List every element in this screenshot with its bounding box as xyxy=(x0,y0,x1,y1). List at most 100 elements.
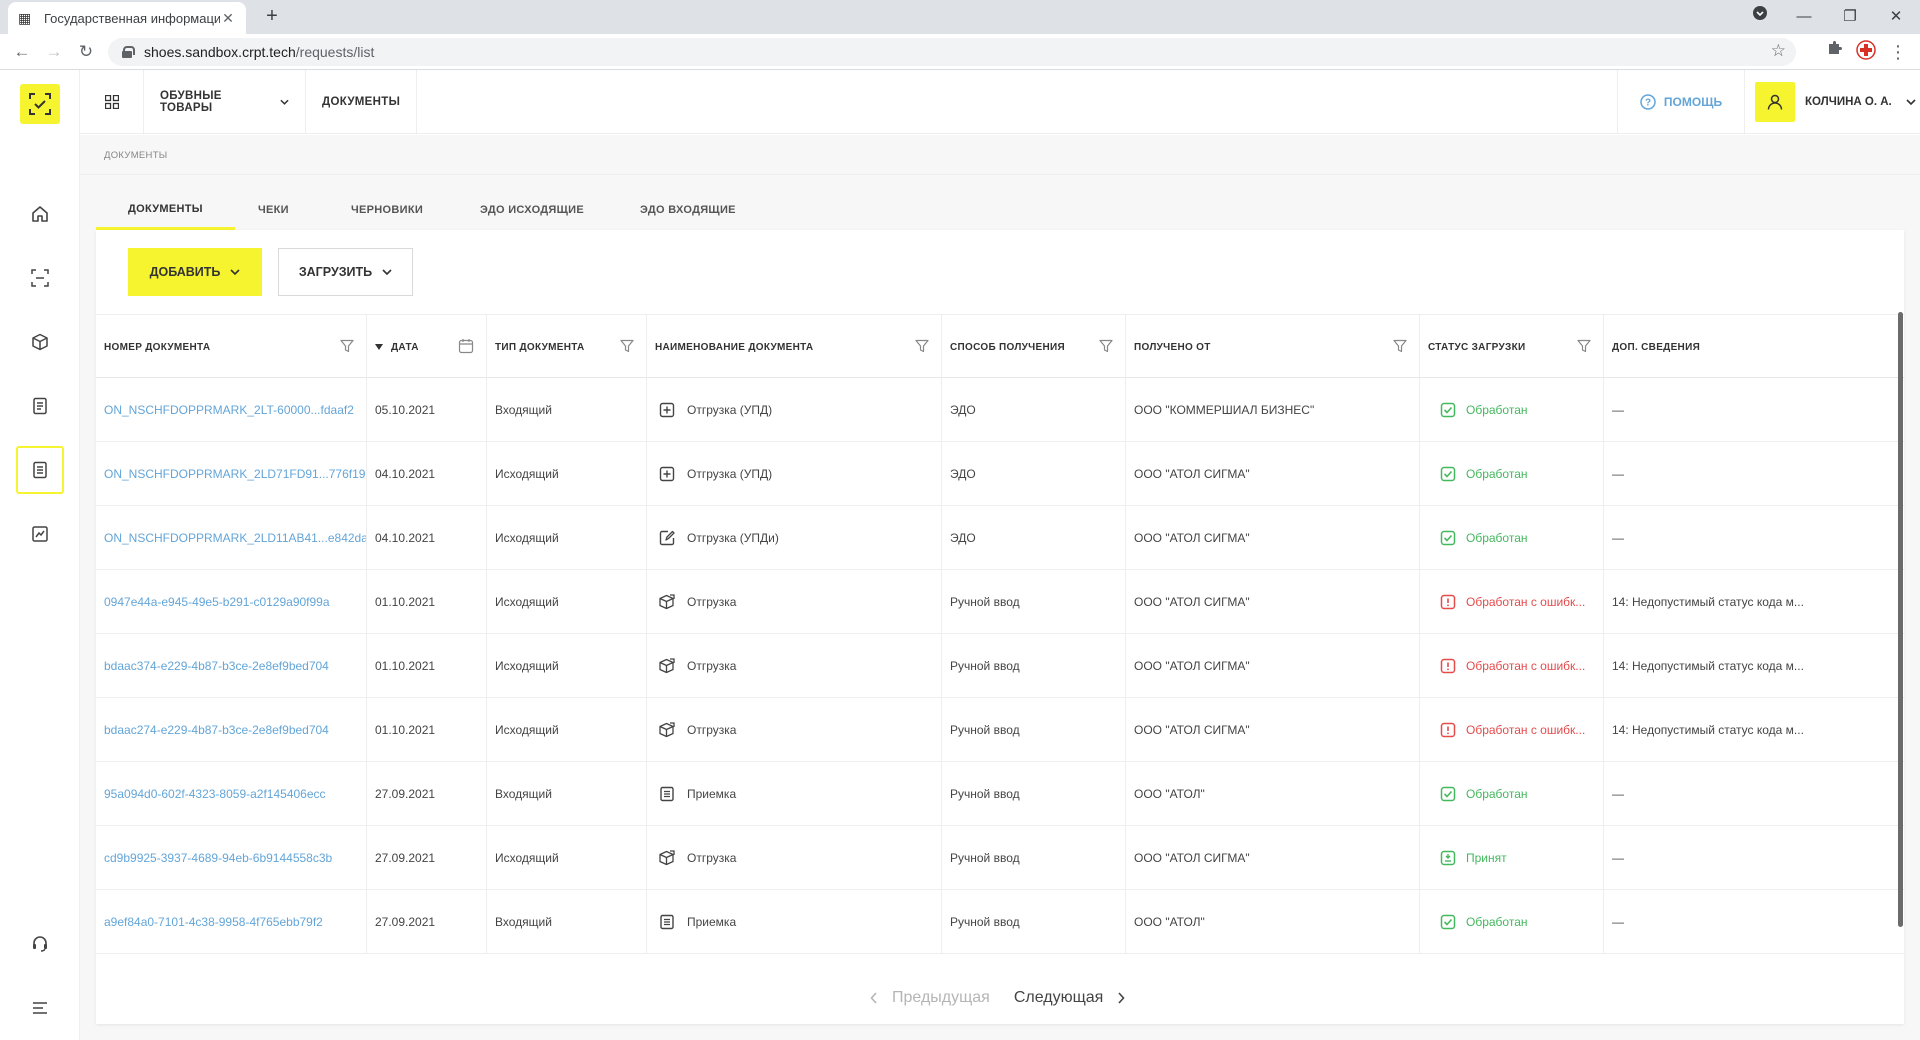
tab-receipts[interactable]: ЧЕКИ xyxy=(226,190,321,230)
cell-status: Обработан с ошибк... xyxy=(1420,698,1604,762)
cell-number: 95a094d0-602f-4323-8059-a2f145406ecc xyxy=(96,762,367,826)
table-row[interactable]: bdaac374-e229-4b87-b3ce-2e8ef9bed704 01.1… xyxy=(96,634,1904,698)
column-header-date[interactable]: ДАТА xyxy=(367,315,487,379)
status-badge: Обработан xyxy=(1466,787,1528,801)
calendar-icon[interactable] xyxy=(458,338,474,354)
table-row[interactable]: ON_NSCHFDOPPRMARK_2LD71FD91...776f19 04.1… xyxy=(96,442,1904,506)
document-type: Входящий xyxy=(495,787,552,801)
table-row[interactable]: cd9b9925-3937-4689-94eb-6b9144558c3b 27.0… xyxy=(96,826,1904,890)
forward-icon[interactable]: → xyxy=(42,40,66,64)
add-button-label: ДОБАВИТЬ xyxy=(149,265,221,279)
url-field[interactable]: shoes.sandbox.crpt.tech/requests/list ☆ xyxy=(108,38,1796,66)
next-page-button[interactable]: Следующая xyxy=(1014,989,1126,1007)
home-icon[interactable] xyxy=(16,190,64,238)
cell-number: ON_NSCHFDOPPRMARK_2LT-60000...fdaaf2 xyxy=(96,378,367,442)
bookmark-star-icon[interactable]: ☆ xyxy=(1771,41,1786,61)
products-box-icon[interactable] xyxy=(16,318,64,366)
column-header-method[interactable]: СПОСОБ ПОЛУЧЕНИЯ xyxy=(942,315,1126,379)
filter-icon[interactable] xyxy=(1099,339,1113,353)
table-row[interactable]: bdaac274-e229-4b87-b3ce-2e8ef9bed704 01.1… xyxy=(96,698,1904,762)
tab-edo-outgoing[interactable]: ЭДО ИСХОДЯЩИЕ xyxy=(448,190,616,230)
help-button[interactable]: ? ПОМОЩЬ xyxy=(1617,70,1744,134)
apps-grid-icon[interactable] xyxy=(80,70,144,134)
tab-edo-incoming[interactable]: ЭДО ВХОДЯЩИЕ xyxy=(608,190,768,230)
user-menu[interactable]: КОЛЧИНА О. А. xyxy=(1744,70,1920,134)
column-header-status[interactable]: СТАТУС ЗАГРУЗКИ xyxy=(1420,315,1604,379)
filter-icon[interactable] xyxy=(340,339,354,353)
menu-hamburger-icon[interactable] xyxy=(16,984,64,1032)
prev-page-button[interactable]: Предыдущая xyxy=(870,989,990,1007)
document-number-link[interactable]: cd9b9925-3937-4689-94eb-6b9144558c3b xyxy=(104,851,332,865)
document-number-link[interactable]: bdaac274-e229-4b87-b3ce-2e8ef9bed704 xyxy=(104,723,329,737)
minimize-icon[interactable]: — xyxy=(1792,5,1816,29)
app-logo[interactable] xyxy=(20,84,60,124)
received-from: ООО "АТОЛ" xyxy=(1134,787,1205,801)
table-row[interactable]: a9ef84a0-7101-4c38-9958-4f765ebb79f2 27.0… xyxy=(96,890,1904,954)
lock-icon xyxy=(122,46,135,58)
document-number-link[interactable]: ON_NSCHFDOPPRMARK_2LT-60000...fdaaf2 xyxy=(104,403,354,417)
column-header-number[interactable]: НОМЕР ДОКУМЕНТА xyxy=(96,315,367,379)
document-number-link[interactable]: 0947e44a-e945-49e5-b291-c0129a90f99a xyxy=(104,595,330,609)
table-row[interactable]: ON_NSCHFDOPPRMARK_2LD11AB41...e842da 04.1… xyxy=(96,506,1904,570)
close-window-icon[interactable]: ✕ xyxy=(1884,5,1908,29)
documents-nav-icon[interactable] xyxy=(16,446,64,494)
documents-panel: ДОБАВИТЬ ЗАГРУЗИТЬ НОМЕР ДОКУМЕНТА ДАТА … xyxy=(96,230,1904,1024)
table-scrollbar[interactable] xyxy=(1898,312,1903,927)
filter-icon[interactable] xyxy=(1577,339,1591,353)
cell-number: a9ef84a0-7101-4c38-9958-4f765ebb79f2 xyxy=(96,890,367,954)
column-header-name[interactable]: НАИМЕНОВАНИЕ ДОКУМЕНТА xyxy=(647,315,942,379)
column-header-from[interactable]: ПОЛУЧЕНО ОТ xyxy=(1126,315,1420,379)
table-row[interactable]: 0947e44a-e945-49e5-b291-c0129a90f99a 01.1… xyxy=(96,570,1904,634)
column-header-type[interactable]: ТИП ДОКУМЕНТА xyxy=(487,315,647,379)
close-tab-icon[interactable]: ✕ xyxy=(220,10,236,26)
chevron-down-icon xyxy=(230,269,240,276)
document-number-link[interactable]: bdaac374-e229-4b87-b3ce-2e8ef9bed704 xyxy=(104,659,329,673)
scan-code-icon[interactable] xyxy=(16,254,64,302)
support-headset-icon[interactable] xyxy=(16,920,64,968)
document-number-link[interactable]: ON_NSCHFDOPPRMARK_2LD71FD91...776f19 xyxy=(104,467,365,481)
tab-documents[interactable]: ДОКУМЕНТЫ xyxy=(96,190,235,230)
extra-info: — xyxy=(1612,467,1624,481)
help-question-icon: ? xyxy=(1640,94,1656,110)
reload-icon[interactable]: ↻ xyxy=(74,40,98,64)
cell-from: ООО "АТОЛ СИГМА" xyxy=(1126,826,1420,890)
nav-documents-link[interactable]: ДОКУМЕНТЫ xyxy=(306,70,418,134)
filter-icon[interactable] xyxy=(620,339,634,353)
add-button[interactable]: ДОБАВИТЬ xyxy=(128,248,262,296)
column-header-extra: ДОП. СВЕДЕНИЯ xyxy=(1604,315,1904,379)
tab-drafts[interactable]: ЧЕРНОВИКИ xyxy=(319,190,455,230)
received-from: ООО "АТОЛ" xyxy=(1134,915,1205,929)
new-tab-icon[interactable]: + xyxy=(260,5,284,29)
red-cross-extension-icon[interactable] xyxy=(1854,40,1878,64)
table-row[interactable]: ON_NSCHFDOPPRMARK_2LT-60000...fdaaf2 05.1… xyxy=(96,378,1904,442)
top-navigation: ОБУВНЫЕ ТОВАРЫ ДОКУМЕНТЫ ? ПОМОЩЬ КОЛЧИН… xyxy=(80,70,1920,134)
cell-extra: — xyxy=(1604,442,1904,506)
restore-icon[interactable]: ❐ xyxy=(1838,5,1862,29)
extensions-icon[interactable] xyxy=(1822,40,1846,64)
back-icon[interactable]: ← xyxy=(10,40,34,64)
document-name: Отгрузка xyxy=(687,723,737,737)
document-number-link[interactable]: ON_NSCHFDOPPRMARK_2LD11AB41...e842da xyxy=(104,531,366,545)
category-dropdown[interactable]: ОБУВНЫЕ ТОВАРЫ xyxy=(144,70,306,134)
registry-list-icon[interactable] xyxy=(16,382,64,430)
browser-tab[interactable]: ▦ Государственная информацион ✕ xyxy=(8,2,246,34)
avatar xyxy=(1755,82,1795,122)
cell-date: 01.10.2021 xyxy=(367,634,487,698)
document-date: 01.10.2021 xyxy=(375,723,436,737)
breadcrumb[interactable]: ДОКУМЕНТЫ xyxy=(104,150,168,161)
document-type: Исходящий xyxy=(495,723,559,737)
profile-menu-icon[interactable] xyxy=(1748,5,1772,29)
box-out-icon xyxy=(659,658,675,674)
table-header: НОМЕР ДОКУМЕНТА ДАТА ТИП ДОКУМЕНТА НАИМЕ… xyxy=(96,314,1904,379)
filter-icon[interactable] xyxy=(1393,339,1407,353)
table-row[interactable]: 95a094d0-602f-4323-8059-a2f145406ecc 27.0… xyxy=(96,762,1904,826)
filter-icon[interactable] xyxy=(915,339,929,353)
document-number-link[interactable]: 95a094d0-602f-4323-8059-a2f145406ecc xyxy=(104,787,326,801)
cell-extra: — xyxy=(1604,506,1904,570)
browser-menu-icon[interactable]: ⋮ xyxy=(1886,40,1910,64)
analytics-chart-icon[interactable] xyxy=(16,510,64,558)
document-number-link[interactable]: a9ef84a0-7101-4c38-9958-4f765ebb79f2 xyxy=(104,915,323,929)
cell-method: Ручной ввод xyxy=(942,762,1126,826)
upload-button[interactable]: ЗАГРУЗИТЬ xyxy=(278,248,413,296)
chevron-down-icon xyxy=(280,99,289,105)
